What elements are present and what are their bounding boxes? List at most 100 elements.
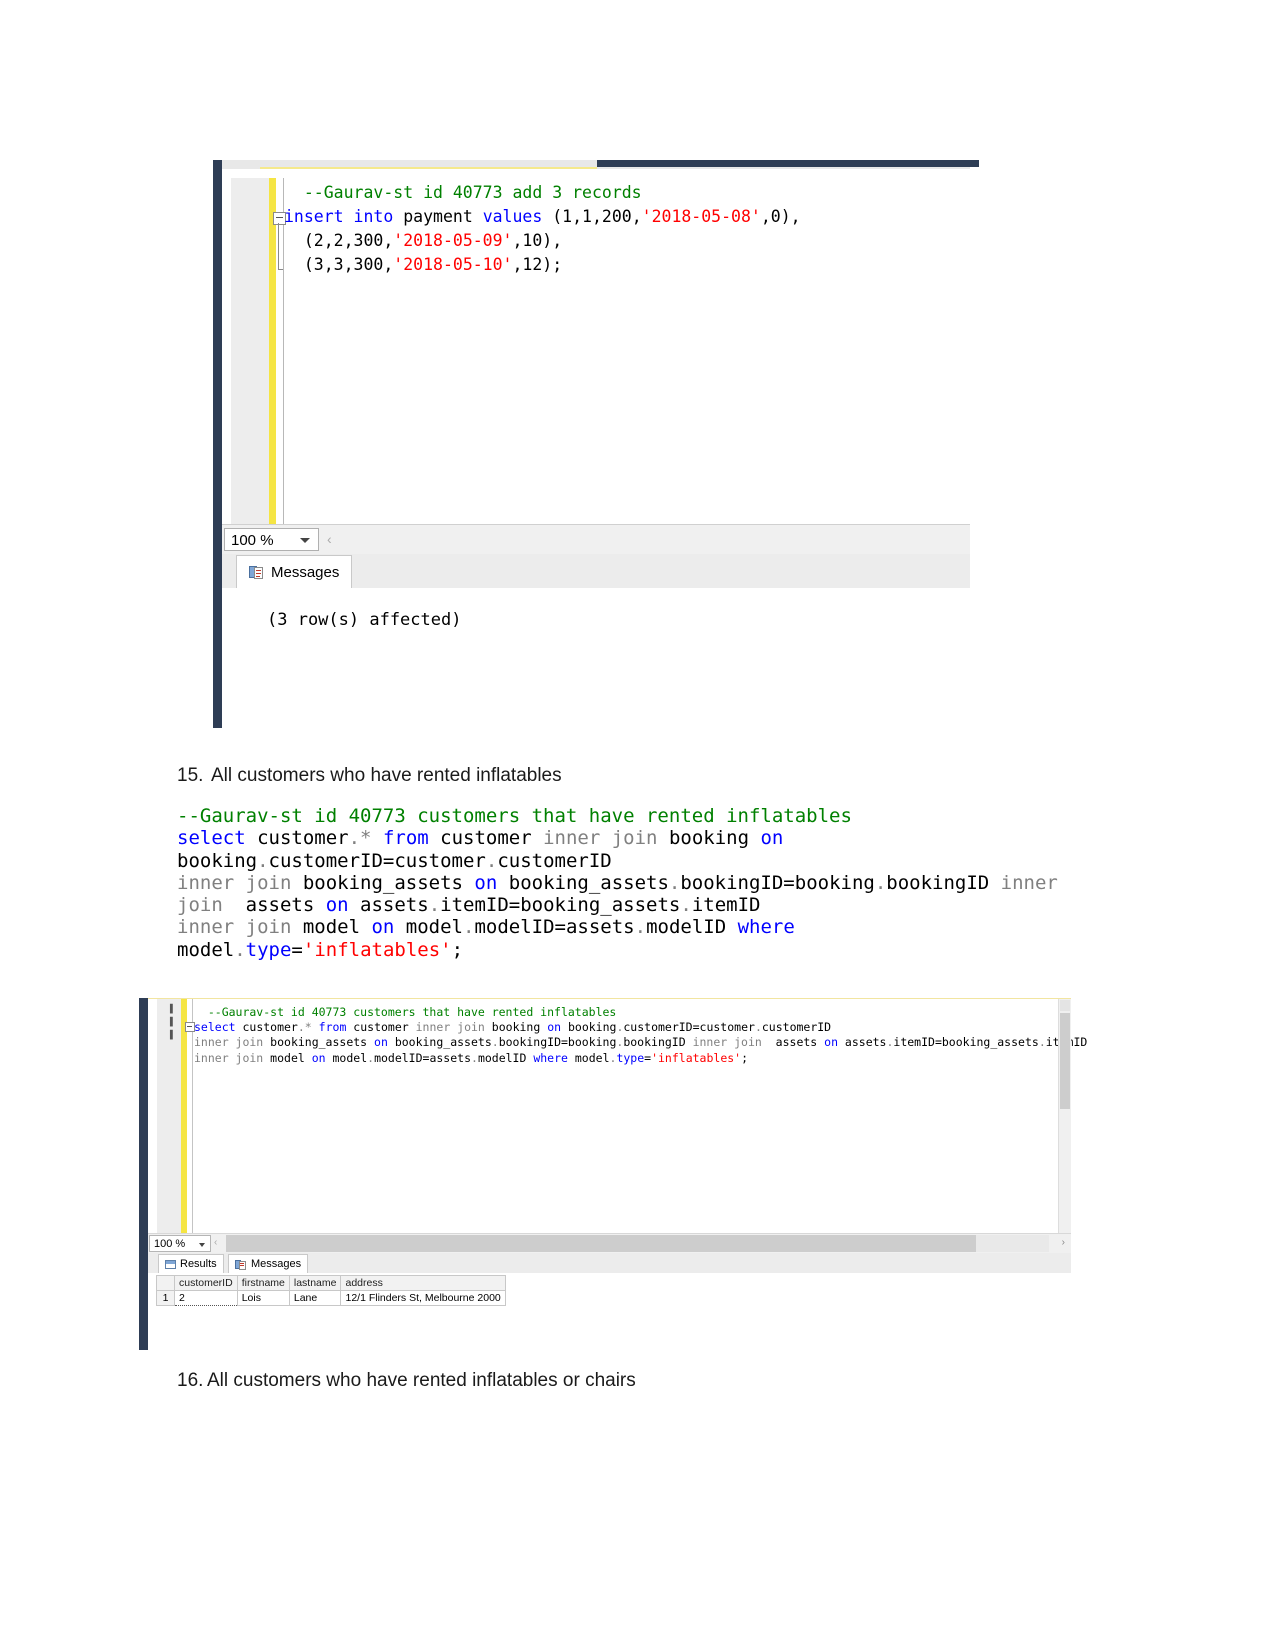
code-token: (1,1,200, [542,207,642,226]
tab-label-results: Results [180,1258,217,1270]
code-token: bookingID=booking [680,871,875,894]
code-token: itemID [691,894,761,917]
code-token: model [567,1050,610,1065]
window-left-edge [213,160,222,728]
code-token: on [374,1035,388,1050]
code-token: . [491,1035,499,1050]
code-token: customer [245,827,349,850]
code-token: customer [428,827,544,850]
horizontal-scrollbar-thumb[interactable] [226,1235,976,1252]
chevron-down-icon-2[interactable] [199,1243,205,1247]
scroll-right-chevron-icon[interactable]: › [1062,1237,1065,1248]
editor-status-bar: 100 % ‹ [222,524,970,555]
code-token: insert into [284,207,394,226]
section-15-number: 15. [177,765,204,786]
results-grid-pane[interactable]: customerID firstname lastname address 1 2 Loi… [148,1273,1071,1350]
tab-messages-2[interactable]: Messages [228,1254,309,1273]
messages-pane: (3 row(s) affected) [222,588,970,719]
scrollbar-thumb[interactable] [1060,1013,1070,1109]
code-line: insert into payment values (1,1,200,'201… [284,205,964,229]
zoom-level-dropdown-2[interactable]: 100 % [149,1235,211,1252]
code-token: on [474,871,498,894]
code-token: * [360,827,372,850]
code-token: customer [346,1020,416,1035]
code-token: assets [222,894,326,917]
indent-guide-2 [192,999,193,1234]
code-token: inner join [177,871,292,894]
section-16-number: 16. [177,1370,204,1391]
chevron-down-icon[interactable] [300,538,310,543]
section-15-title: All customers who have rented inflatable… [211,765,562,786]
code-token: itemID=booking_assets [893,1035,1039,1050]
code-token: itemID=booking_assets [440,894,681,917]
code-token: . [485,849,498,872]
code-line: (3,3,300,'2018-05-10',12); [284,253,964,277]
code-token: customerID [761,1020,832,1035]
code-token: inner join [194,1035,264,1050]
section-16-title: All customers who have rented inflatable… [207,1370,636,1391]
horizontal-scrollbar[interactable] [226,1235,1049,1252]
ssms-screenshot-select-inflatables: ▐ ▐ ▐ --Gaurav-st id 40773 customers that … [139,998,1087,1350]
table-cell[interactable]: Lois [236,1290,290,1306]
vertical-scrollbar[interactable] [1058,999,1071,1234]
table-body: 1 2 Lois Lane 12/1 Flinders St, Melbourne 20… [156,1290,506,1306]
table-cell[interactable]: 12/1 Flinders St, Melbourne 2000 [340,1290,506,1306]
code-token: on [547,1020,562,1035]
scrollbar-top-button[interactable] [1060,1000,1070,1011]
code-token: '2018-05-09' [393,231,513,250]
code-token: ; [451,938,464,961]
zoom-level-value-2: 100 % [154,1238,186,1250]
table-cell[interactable]: 2 [174,1290,238,1306]
top-dark-band [597,160,979,167]
code-token: on [311,1050,326,1065]
code-token: model [263,1050,312,1065]
sql-editor-pane[interactable]: --Gaurav-st id 40773 add 3 records insert… [222,169,970,533]
code-token: assets [838,1035,887,1050]
code-token: customerID=customer [623,1020,755,1035]
code-token: inner join [194,1050,264,1065]
code-token: inner join [177,916,292,939]
code-token: . [874,871,887,894]
fold-region-stem [278,223,279,269]
code-line: --Gaurav-st id 40773 customers that have… [177,805,1067,827]
code-token: where [533,1050,568,1065]
code-token: select [194,1020,236,1035]
column-header[interactable]: lastname [288,1275,342,1291]
code-token: booking_assets [387,1035,492,1050]
splitter-chevron-icon-2[interactable]: ‹ [214,1237,217,1248]
code-token: on [325,894,349,917]
column-header[interactable]: address [340,1275,506,1291]
row-number-cell: 1 [156,1290,175,1306]
code-token: inner join [692,1035,762,1050]
ssms-screenshot-insert-payment: --Gaurav-st id 40773 add 3 records insert… [213,160,979,728]
code-token: model [325,1050,368,1065]
splitter-chevron-icon[interactable]: ‹ [327,531,332,547]
code-token: ; [741,1050,749,1065]
tab-messages[interactable]: Messages [236,555,353,588]
code-token: . [234,938,246,961]
results-tabstrip: Messages [222,554,970,589]
table-row[interactable]: 1 2 Lois Lane 12/1 Flinders St, Melbourne 20… [156,1290,506,1306]
section-15-sql-code: --Gaurav-st id 40773 customers that have… [177,805,1067,961]
code-token: . [668,871,681,894]
code-token: = [291,938,303,961]
code-token: . [680,894,692,917]
tab-results[interactable]: Results [158,1254,224,1273]
column-header[interactable]: firstname [236,1275,290,1291]
results-tabstrip-2: Results Messages [148,1253,1071,1274]
zoom-level-dropdown[interactable]: 100 % [224,528,319,551]
code-token: customerID=customer [268,849,486,872]
code-token: . [1038,1035,1046,1050]
sql-editor-pane-2[interactable]: ▐ ▐ ▐ --Gaurav-st id 40773 customers that … [148,998,1087,1234]
code-token: on [760,827,784,850]
code-token: '2018-05-10' [393,255,513,274]
code-token: inner join [415,1020,485,1035]
code-token: (2,2,300, [284,231,394,250]
tab-label-messages: Messages [251,1258,302,1270]
code-token: modelID [646,916,738,939]
column-header[interactable]: customerID [174,1275,238,1291]
code-line: inner join model on model.modelID=assets… [177,916,1067,961]
table-cell[interactable]: Lane [288,1290,342,1306]
code-token: ,0), [760,207,801,226]
gutter-marks: ▐ ▐ ▐ [167,1004,173,1039]
